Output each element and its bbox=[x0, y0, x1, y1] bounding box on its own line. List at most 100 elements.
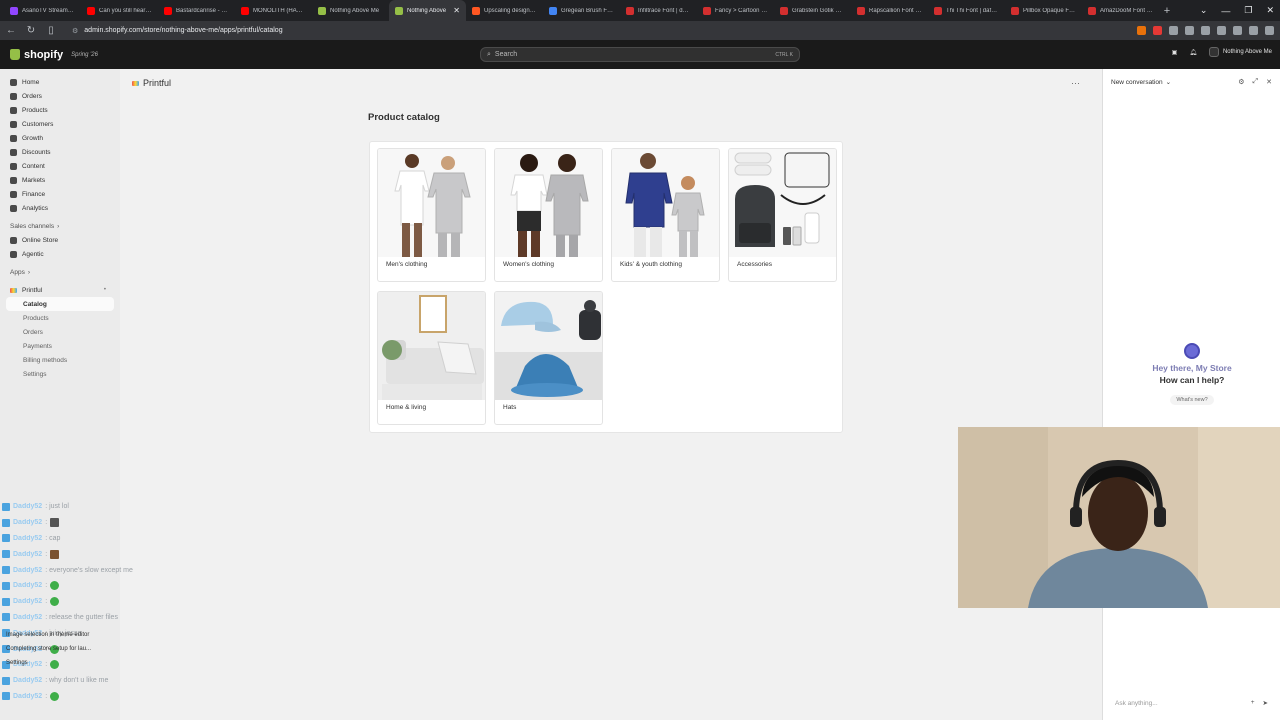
chat-badge-icon bbox=[2, 566, 10, 575]
close-icon[interactable]: ✕ bbox=[1266, 78, 1272, 86]
stream-chat-overlay: Daddy52: just lol Daddy52: Daddy52: cap Dad… bbox=[2, 499, 202, 704]
save-page-icon[interactable]: ▯ bbox=[46, 25, 56, 36]
address-bar[interactable]: ⚙ admin.shopify.com/store/nothing-above-… bbox=[66, 23, 1116, 38]
extensions-icon[interactable] bbox=[1217, 26, 1226, 35]
settings-icon[interactable]: ⚙ bbox=[1238, 78, 1244, 86]
rewards-icon[interactable] bbox=[1153, 26, 1162, 35]
sidebar-icon[interactable] bbox=[1201, 26, 1210, 35]
category-kids-youth-clothing[interactable]: Kids' & youth clothing bbox=[611, 148, 720, 282]
assistant-input[interactable]: Ask anything... + ➤ bbox=[1109, 696, 1274, 710]
chat-username: Daddy52 bbox=[13, 534, 43, 542]
sidekick-icon[interactable]: ▣ bbox=[1172, 49, 1178, 56]
send-icon[interactable]: ➤ bbox=[1263, 699, 1268, 707]
category-womens-clothing[interactable]: Women's clothing bbox=[494, 148, 603, 282]
tab-search-icon[interactable]: ⌄ bbox=[1200, 5, 1208, 16]
sales-channels-heading[interactable]: Sales channels › bbox=[6, 219, 114, 233]
printful-nav-orders[interactable]: Orders bbox=[6, 325, 114, 339]
apps-heading[interactable]: Apps › bbox=[6, 265, 114, 279]
sidebar-item-analytics[interactable]: Analytics bbox=[6, 201, 114, 215]
sidebar-item-growth[interactable]: Growth bbox=[6, 131, 114, 145]
printful-nav-products[interactable]: Products bbox=[6, 311, 114, 325]
pin-icon[interactable]: • bbox=[104, 287, 106, 293]
printful-nav-billing-methods[interactable]: Billing methods bbox=[6, 353, 114, 367]
site-info-icon[interactable]: ⚙ bbox=[72, 27, 78, 35]
category-mens-clothing[interactable]: Men's clothing bbox=[377, 148, 486, 282]
sidebar-item-discounts[interactable]: Discounts bbox=[6, 145, 114, 159]
customers-icon bbox=[10, 120, 17, 128]
printful-nav-payments[interactable]: Payments bbox=[6, 339, 114, 353]
tab-favicon-icon bbox=[472, 6, 480, 15]
reload-icon[interactable]: ↻ bbox=[26, 25, 36, 36]
sidebar-item-label: Orders bbox=[22, 92, 42, 100]
chat-badge-icon bbox=[2, 597, 10, 606]
printful-nav-catalog[interactable]: Catalog bbox=[6, 297, 114, 311]
sidebar-item-products[interactable]: Products bbox=[6, 103, 114, 117]
chevron-right-icon: › bbox=[27, 268, 30, 276]
download-icon[interactable] bbox=[1169, 26, 1178, 35]
notifications-icon[interactable]: 🔔︎ bbox=[1189, 49, 1197, 56]
chat-text: : why don't u like me bbox=[45, 677, 109, 685]
chat-badge-icon bbox=[2, 518, 10, 527]
input-placeholder: Ask anything... bbox=[1115, 699, 1158, 707]
browser-tab[interactable]: Upscaling designs:... bbox=[466, 0, 543, 21]
browser-tab[interactable]: MONOLITH (HARD... bbox=[235, 0, 312, 21]
browser-tab[interactable]: Nothing Above Me bbox=[312, 0, 389, 21]
sidebar-item-home[interactable]: Home bbox=[6, 75, 114, 89]
add-icon[interactable]: + bbox=[1251, 699, 1255, 707]
chat-message: Daddy52: bbox=[2, 594, 202, 610]
close-tab-icon[interactable]: ✕ bbox=[453, 6, 460, 15]
browser-tab[interactable]: Rapscallion Font | d... bbox=[851, 0, 928, 21]
edition-label[interactable]: Spring '26 bbox=[71, 52, 98, 58]
chat-username: Daddy52 bbox=[13, 692, 43, 700]
search-shortcut: CTRL K bbox=[775, 51, 793, 58]
browser-tab[interactable]: Grabstein Gotik Fo... bbox=[774, 0, 851, 21]
browser-tab[interactable]: Thi Thi Font | dafon... bbox=[928, 0, 1005, 21]
analytics-icon bbox=[10, 204, 17, 212]
browser-toolbar: ← ↻ ▯ ⚙ admin.shopify.com/store/nothing-… bbox=[0, 21, 1280, 40]
whats-new-button[interactable]: What's new? bbox=[1170, 395, 1214, 405]
browser-tab[interactable]: AmazDooM Font | ... bbox=[1082, 0, 1159, 21]
browser-tab[interactable]: Pillbox Opaque Fon... bbox=[1005, 0, 1082, 21]
browser-tab[interactable]: Can you still hear m... bbox=[81, 0, 158, 21]
vpn-icon[interactable] bbox=[1233, 26, 1242, 35]
store-menu[interactable]: Nothing Above Me bbox=[1208, 47, 1272, 57]
back-icon[interactable]: ← bbox=[6, 25, 16, 36]
restore-icon[interactable]: ❐ bbox=[1244, 5, 1252, 16]
admin-search[interactable]: ⌕ Search CTRL K bbox=[480, 47, 800, 62]
brave-shield-icon[interactable] bbox=[1137, 26, 1146, 35]
sidebar-item-content[interactable]: Content bbox=[6, 159, 114, 173]
tab-favicon-icon bbox=[1011, 6, 1019, 15]
printful-nav-settings[interactable]: Settings bbox=[6, 367, 114, 381]
browser-tab[interactable]: Infiltrace Font | dafo... bbox=[620, 0, 697, 21]
more-actions-button[interactable]: ··· bbox=[1071, 78, 1080, 88]
browser-tab[interactable]: AsanoTV Stream - ... bbox=[4, 0, 81, 21]
new-tab-button[interactable]: + bbox=[1159, 5, 1175, 17]
category-hats[interactable]: Hats bbox=[494, 291, 603, 425]
wallet-icon[interactable] bbox=[1249, 26, 1258, 35]
browser-tab[interactable]: Fancy > Cartoon fo... bbox=[697, 0, 774, 21]
music-icon[interactable] bbox=[1185, 26, 1194, 35]
close-window-icon[interactable]: ✕ bbox=[1266, 5, 1274, 16]
tab-favicon-icon bbox=[1088, 6, 1096, 15]
menu-icon[interactable] bbox=[1265, 26, 1274, 35]
sidebar-item-markets[interactable]: Markets bbox=[6, 173, 114, 187]
sidebar-item-orders[interactable]: Orders bbox=[6, 89, 114, 103]
sidebar-channel-online-store[interactable]: Online Store bbox=[6, 233, 114, 247]
minimize-icon[interactable]: — bbox=[1221, 6, 1230, 16]
shopify-logo[interactable]: shopify bbox=[10, 49, 63, 61]
sidebar-item-finance[interactable]: Finance bbox=[6, 187, 114, 201]
expand-icon[interactable]: ⤢ bbox=[1253, 78, 1259, 86]
browser-tab[interactable]: Gregean Brush Fon... bbox=[543, 0, 620, 21]
category-accessories[interactable]: Accessories bbox=[728, 148, 837, 282]
chat-text: : release the gutter files bbox=[45, 613, 118, 621]
sidebar-item-customers[interactable]: Customers bbox=[6, 117, 114, 131]
sidebar-channel-agentic[interactable]: Agentic bbox=[6, 247, 114, 261]
conversation-selector[interactable]: New conversation ⌄ bbox=[1111, 78, 1171, 87]
category-home-living[interactable]: Home & living bbox=[377, 291, 486, 425]
sidebar-app-printful[interactable]: Printful • bbox=[6, 283, 114, 297]
greeting-line-1: Hey there, My Store bbox=[1152, 363, 1232, 373]
browser-tab[interactable]: Bastardcanrise - Yo... bbox=[158, 0, 235, 21]
browser-tab[interactable]: Nothing Above ✕ bbox=[389, 0, 466, 21]
sidekick-avatar-icon bbox=[1184, 343, 1200, 359]
sidebar-item-label: Discounts bbox=[22, 148, 51, 156]
